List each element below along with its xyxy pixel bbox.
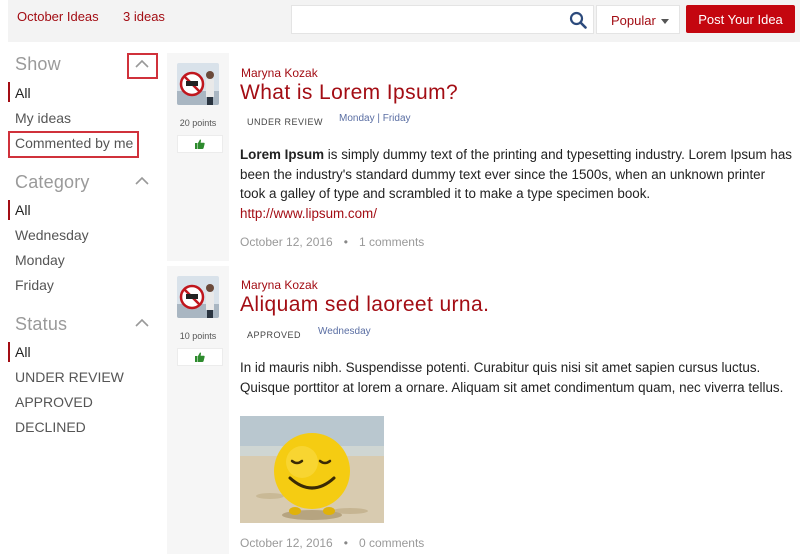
filter-status-declined[interactable]: DECLINED	[15, 419, 86, 435]
idea-date: October 12, 2016	[240, 536, 333, 550]
points-count: 20 points	[179, 118, 217, 128]
idea-categories[interactable]: Wednesday	[318, 326, 371, 337]
idea-author[interactable]: Maryna Kozak	[241, 66, 318, 80]
status-badge: UNDER REVIEW	[247, 117, 324, 127]
status-heading: Status	[15, 314, 68, 334]
idea-meta: October 12, 2016 • 0 comments	[240, 536, 424, 550]
idea-body-bold: Lorem Ipsum	[240, 147, 325, 162]
caret-down-icon	[661, 19, 669, 24]
idea-meta: October 12, 2016 • 1 comments	[240, 235, 424, 249]
idea-count: 3 ideas	[123, 9, 165, 24]
idea-author[interactable]: Maryna Kozak	[241, 278, 318, 292]
filter-show-commented[interactable]: Commented by me	[15, 135, 133, 151]
vote-button[interactable]	[177, 348, 223, 366]
avatar	[177, 276, 219, 318]
points-count: 10 points	[179, 331, 217, 341]
filter-category-monday[interactable]: Monday	[15, 252, 65, 268]
active-indicator	[8, 82, 10, 102]
idea-title[interactable]: What is Lorem Ipsum?	[240, 81, 458, 105]
idea-categories[interactable]: Monday | Friday	[339, 113, 411, 124]
thumbs-up-icon	[195, 352, 205, 362]
sort-dropdown[interactable]: Popular	[596, 5, 680, 34]
avatar	[177, 63, 219, 105]
chevron-up-icon[interactable]	[135, 176, 149, 186]
filter-show-my-ideas[interactable]: My ideas	[15, 110, 71, 126]
page-title: October Ideas	[17, 9, 99, 24]
comments-link[interactable]: 0 comments	[359, 536, 424, 550]
top-bar: October Ideas 3 ideas Popular Post Your …	[8, 0, 800, 42]
active-indicator	[8, 342, 10, 362]
filter-show-all[interactable]: All	[15, 85, 31, 101]
post-idea-button[interactable]: Post Your Idea	[686, 5, 795, 33]
idea-date: October 12, 2016	[240, 235, 333, 249]
filter-status-all[interactable]: All	[15, 344, 31, 360]
category-heading: Category	[15, 172, 90, 192]
search-box[interactable]	[291, 5, 594, 34]
idea-link[interactable]: http://www.lipsum.com/	[240, 206, 377, 221]
comments-link[interactable]: 1 comments	[359, 235, 424, 249]
filter-category-all[interactable]: All	[15, 202, 31, 218]
show-heading: Show	[15, 54, 61, 74]
chevron-up-icon[interactable]	[135, 59, 149, 69]
separator-dot: •	[343, 235, 348, 249]
idea-body: Lorem Ipsum is simply dummy text of the …	[240, 145, 792, 223]
search-input[interactable]	[292, 6, 562, 33]
idea-body: In id mauris nibh. Suspendisse potenti. …	[240, 360, 784, 395]
vote-button[interactable]	[177, 135, 223, 153]
chevron-up-icon[interactable]	[135, 318, 149, 328]
idea-image	[240, 416, 384, 523]
filter-status-approved[interactable]: APPROVED	[15, 394, 93, 410]
active-indicator	[8, 200, 10, 220]
idea-title[interactable]: Aliquam sed laoreet urna.	[240, 293, 489, 317]
filter-category-friday[interactable]: Friday	[15, 277, 54, 293]
separator-dot: •	[343, 536, 348, 550]
search-icon[interactable]	[569, 11, 587, 29]
status-badge: APPROVED	[247, 330, 302, 340]
sort-label: Popular	[611, 13, 656, 28]
filter-category-wednesday[interactable]: Wednesday	[15, 227, 89, 243]
filter-status-under-review[interactable]: UNDER REVIEW	[15, 369, 124, 385]
thumbs-up-icon	[195, 139, 205, 149]
